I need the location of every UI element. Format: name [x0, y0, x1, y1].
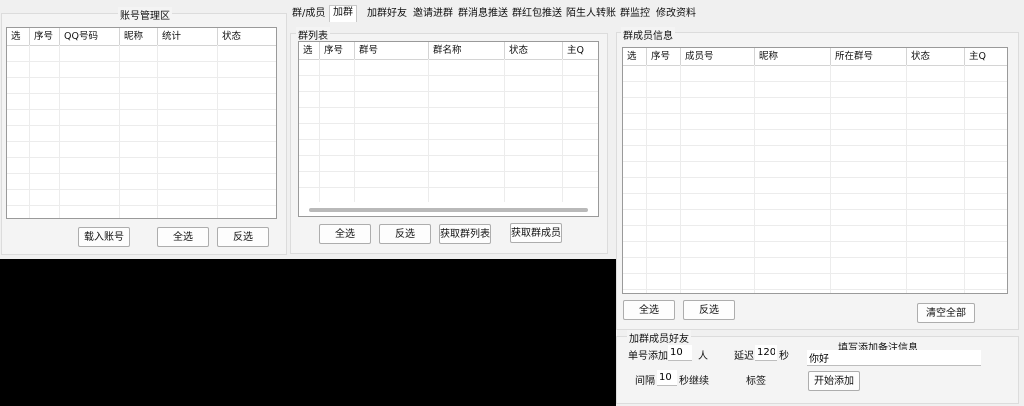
account-invert-button[interactable]: 反选 — [217, 227, 269, 247]
fetch-group-list-button[interactable]: 获取群列表 — [439, 224, 491, 244]
interval-label: 间隔 — [635, 376, 655, 387]
account-grid-header: 选 序号 QQ号码 昵称 统计 状态 — [7, 28, 276, 46]
col-index[interactable]: 序号 — [30, 28, 60, 45]
per-account-unit: 人 — [698, 351, 708, 362]
col-select[interactable]: 选 — [623, 48, 647, 65]
tab-invite-group[interactable]: 邀请进群 — [413, 7, 453, 21]
group-list-rows — [299, 60, 598, 202]
col-group-number[interactable]: 所在群号 — [831, 48, 907, 65]
col-select[interactable]: 选 — [299, 42, 320, 59]
interval-input[interactable] — [657, 370, 677, 386]
group-list-grid[interactable]: 选 序号 群号 群名称 状态 主Q — [298, 41, 599, 217]
tab-group-redpacket[interactable]: 群红包推送 — [512, 7, 562, 21]
col-main-qq[interactable]: 主Q — [563, 42, 598, 59]
account-select-all-button[interactable]: 全选 — [157, 227, 209, 247]
delay-input[interactable] — [755, 345, 777, 361]
col-index[interactable]: 序号 — [647, 48, 681, 65]
members-select-all-button[interactable]: 全选 — [623, 300, 675, 320]
members-panel-title: 群成员信息 — [621, 27, 675, 42]
col-stats[interactable]: 统计 — [158, 28, 218, 45]
tab-group-member[interactable]: 群/成员 — [292, 7, 325, 21]
clear-all-button[interactable]: 清空全部 — [917, 303, 975, 323]
load-account-button[interactable]: 载入账号 — [78, 227, 130, 247]
col-index[interactable]: 序号 — [320, 42, 355, 59]
tab-group-message[interactable]: 群消息推送 — [458, 7, 508, 21]
note-input[interactable] — [807, 350, 981, 366]
account-grid-rows — [7, 46, 276, 218]
group-list-title: 群列表 — [296, 27, 330, 42]
col-nickname[interactable]: 昵称 — [755, 48, 831, 65]
per-account-label: 单号添加 — [628, 351, 668, 362]
col-member-number[interactable]: 成员号 — [681, 48, 755, 65]
tag-label: 标签 — [746, 376, 766, 387]
members-grid-header: 选 序号 成员号 昵称 所在群号 状态 主Q — [623, 48, 1007, 66]
account-panel-title: 账号管理区 — [118, 7, 172, 22]
tab-edit-profile[interactable]: 修改资料 — [656, 7, 696, 21]
fetch-group-members-button[interactable]: 获取群成员 — [510, 223, 562, 243]
col-nickname[interactable]: 昵称 — [120, 28, 158, 45]
col-group-name[interactable]: 群名称 — [429, 42, 505, 59]
col-status[interactable]: 状态 — [218, 28, 276, 45]
tab-add-group-friend[interactable]: 加群好友 — [367, 7, 407, 21]
log-console[interactable] — [0, 259, 616, 406]
interval-unit: 秒继续 — [679, 376, 709, 387]
col-qq[interactable]: QQ号码 — [60, 28, 120, 45]
group-list-hscrollbar[interactable] — [309, 208, 588, 212]
group-select-all-button[interactable]: 全选 — [319, 224, 371, 244]
tab-join-group[interactable]: 加群 — [329, 5, 357, 22]
col-select[interactable]: 选 — [7, 28, 30, 45]
per-account-input[interactable] — [668, 345, 692, 361]
add-friend-title: 加群成员好友 — [627, 330, 691, 345]
group-list-header: 选 序号 群号 群名称 状态 主Q — [299, 42, 598, 60]
delay-unit: 秒 — [779, 351, 789, 362]
tab-group-monitor[interactable]: 群监控 — [620, 7, 650, 21]
account-grid[interactable]: 选 序号 QQ号码 昵称 统计 状态 — [6, 27, 277, 219]
col-group-number[interactable]: 群号 — [355, 42, 429, 59]
tab-stranger-transfer[interactable]: 陌生人转账 — [566, 7, 616, 21]
members-invert-button[interactable]: 反选 — [683, 300, 735, 320]
members-grid[interactable]: 选 序号 成员号 昵称 所在群号 状态 主Q — [622, 47, 1008, 294]
start-add-button[interactable]: 开始添加 — [808, 371, 860, 391]
group-invert-button[interactable]: 反选 — [379, 224, 431, 244]
col-status[interactable]: 状态 — [505, 42, 563, 59]
col-main-qq[interactable]: 主Q — [965, 48, 1007, 65]
col-status[interactable]: 状态 — [907, 48, 965, 65]
delay-label: 延迟 — [734, 351, 754, 362]
